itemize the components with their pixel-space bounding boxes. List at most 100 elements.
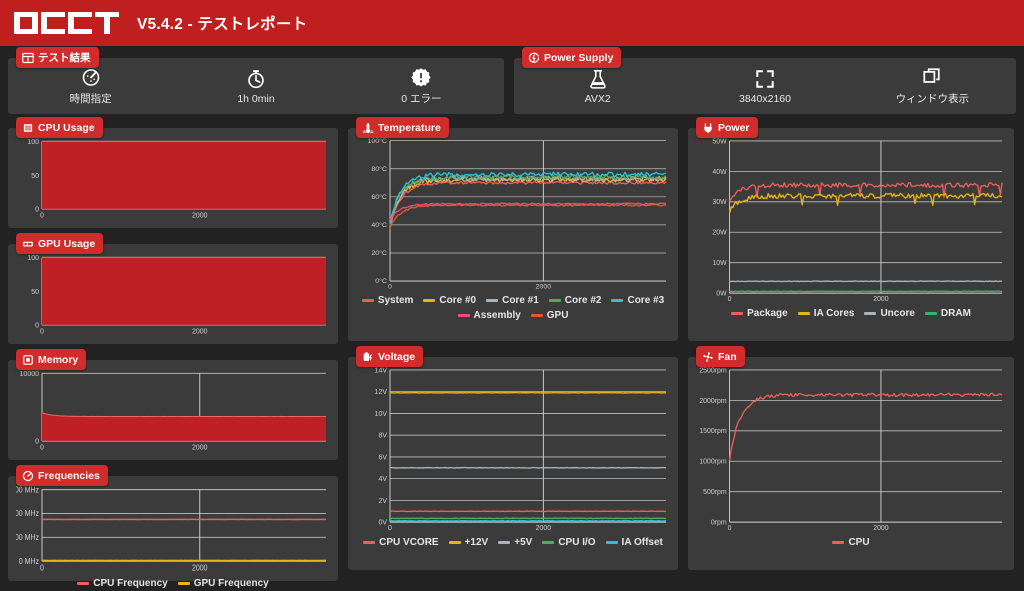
legend-swatch: [498, 541, 511, 544]
gpu-usage-badge-label: GPU Usage: [38, 237, 96, 250]
svg-text:100°C: 100°C: [367, 137, 387, 145]
summary-label: 0 エラー: [401, 93, 442, 105]
legend-label: +5V: [514, 537, 533, 548]
gpu-icon: [22, 238, 34, 250]
legend-swatch: [832, 541, 845, 544]
legend-item[interactable]: IA Offset: [605, 537, 663, 548]
legend-label: GPU: [546, 310, 569, 321]
power-badge: Power: [696, 117, 758, 138]
legend-label: IA Cores: [813, 308, 855, 319]
svg-text:0: 0: [35, 320, 39, 329]
svg-text:0: 0: [40, 442, 44, 451]
legend-swatch: [530, 314, 543, 317]
legend-item[interactable]: +12V: [448, 537, 489, 548]
logo-letter: [95, 12, 119, 34]
svg-text:0: 0: [728, 296, 732, 303]
legend-item[interactable]: CPU: [832, 537, 870, 548]
svg-text:6V: 6V: [378, 454, 387, 461]
legend-label: +12V: [464, 537, 489, 548]
windows-icon: [921, 66, 943, 88]
chart-panel-frequencies[interactable]: Frequencies 0 MHz 2000 MHz 4000 MHz 6000 MHz…: [8, 465, 338, 589]
thermometer-icon: [362, 122, 374, 134]
legend-item[interactable]: Core #3: [611, 295, 664, 306]
svg-text:0: 0: [40, 326, 44, 335]
legend-item[interactable]: Assembly: [457, 310, 521, 321]
legend-label: Uncore: [880, 308, 915, 319]
legend-item[interactable]: GPU: [530, 310, 569, 321]
chart-panel-memory[interactable]: Memory 0 10000 0 2000: [8, 349, 338, 460]
frequencies-legend: CPU Frequency GPU Frequency: [16, 575, 330, 590]
page-title: V5.4.2 - テストレポート: [137, 16, 308, 33]
battery-icon: [362, 351, 374, 363]
legend-swatch: [177, 582, 190, 585]
power-supply-badge-label: Power Supply: [544, 51, 614, 64]
legend-item[interactable]: Package: [731, 308, 788, 319]
legend-swatch: [486, 299, 499, 302]
svg-text:0: 0: [35, 204, 39, 213]
fan-badge-label: Fan: [718, 350, 737, 363]
voltage-badge-label: Voltage: [378, 350, 416, 363]
svg-text:2000: 2000: [192, 563, 208, 573]
legend-item[interactable]: System: [361, 295, 413, 306]
legend-swatch: [924, 312, 937, 315]
legend-item[interactable]: CPU I/O: [542, 537, 596, 548]
svg-text:4000 MHz: 4000 MHz: [16, 509, 39, 519]
svg-text:40°C: 40°C: [371, 221, 387, 229]
chart-panel-power[interactable]: Power 0W 10W 20W 30W 40W 50W 0 2000 Package IA Cor…: [688, 117, 1014, 341]
summary-item-display-mode: ウィンドウ表示: [849, 66, 1016, 106]
svg-text:500rpm: 500rpm: [703, 489, 727, 496]
legend-item[interactable]: Core #2: [548, 295, 601, 306]
flask-icon: [587, 68, 609, 90]
svg-text:2V: 2V: [378, 498, 387, 505]
svg-text:0rpm: 0rpm: [711, 520, 727, 527]
memory-badge-label: Memory: [38, 353, 79, 366]
chart-panel-temperature[interactable]: Temperature 0°C 20°C 40°C 60°C 80°C 100°C 0 2000…: [348, 117, 678, 341]
chart-panel-voltage[interactable]: Voltage 0V 2V 4V 6V 8V 10V 12V 14V 0 2000 CPU VCORE…: [348, 346, 678, 570]
legend-item[interactable]: +5V: [498, 537, 532, 548]
legend-swatch: [611, 299, 624, 302]
legend-label: Package: [747, 308, 788, 319]
svg-text:20W: 20W: [712, 230, 727, 237]
chart-panel-cpu-usage[interactable]: CPU Usage 0 50 100 0 2000: [8, 117, 338, 228]
chart-panel-fan[interactable]: Fan 0rpm 500rpm 1000rpm 1500rpm 2000rpm 2500rp…: [688, 346, 1014, 570]
legend-item[interactable]: CPU Frequency: [77, 578, 168, 589]
svg-text:0: 0: [728, 525, 732, 532]
svg-text:0: 0: [388, 525, 392, 532]
legend-swatch: [548, 299, 561, 302]
legend-item[interactable]: GPU Frequency: [177, 578, 269, 589]
legend-swatch: [864, 312, 877, 315]
svg-text:0 MHz: 0 MHz: [19, 556, 39, 566]
svg-text:0V: 0V: [378, 520, 387, 527]
power-refresh-icon: [528, 52, 540, 64]
svg-text:2000 MHz: 2000 MHz: [16, 533, 39, 543]
legend-item[interactable]: DRAM: [924, 308, 971, 319]
legend-item[interactable]: CPU VCORE: [363, 537, 439, 548]
plug-icon: [702, 122, 714, 134]
report-icon: [22, 52, 34, 64]
summary-item-elapsed: 1h 0min: [173, 68, 338, 105]
power-legend: Package IA Cores Uncore DRAM: [696, 305, 1006, 320]
temperature-legend: System Core #0 Core #1 Core #2 Core #3 Assemb…: [356, 292, 670, 322]
legend-label: Core #0: [439, 295, 477, 306]
chart-panel-gpu-usage[interactable]: GPU Usage 0 50 100 0 2000: [8, 233, 338, 344]
legend-item[interactable]: Core #0: [423, 295, 476, 306]
summary-item-instruction-set: AVX2: [514, 68, 681, 105]
svg-text:50: 50: [31, 286, 39, 295]
legend-item[interactable]: Uncore: [864, 308, 915, 319]
frequencies-plot: 0 MHz 2000 MHz 4000 MHz 6000 MHz 0 2000: [16, 485, 330, 575]
legend-item[interactable]: Core #1: [486, 295, 539, 306]
power-supply-badge: Power Supply: [522, 47, 622, 68]
svg-text:0: 0: [388, 284, 392, 291]
legend-label: Core #3: [627, 295, 665, 306]
svg-text:10W: 10W: [712, 260, 727, 267]
svg-text:40W: 40W: [712, 169, 727, 176]
svg-text:2000: 2000: [192, 442, 208, 451]
legend-label: Assembly: [473, 310, 521, 321]
frequencies-badge: Frequencies: [16, 465, 108, 486]
charts-column-middle: Temperature 0°C 20°C 40°C 60°C 80°C 100°C 0 2000…: [348, 117, 678, 581]
svg-text:2000: 2000: [192, 326, 208, 335]
svg-text:100: 100: [27, 253, 39, 262]
gauge-icon: [80, 66, 102, 88]
summary-item-duration-mode: 時間指定: [8, 66, 173, 106]
legend-item[interactable]: IA Cores: [797, 308, 855, 319]
